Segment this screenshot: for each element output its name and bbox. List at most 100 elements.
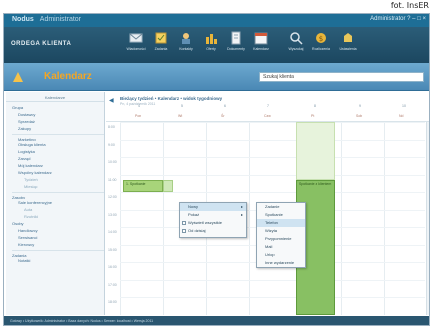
context-menu-item-show-all[interactable]: Wyświetl wszystkie	[180, 219, 246, 227]
status-bar: Gotowy • Użytkownik: Administrator • Baz…	[4, 316, 429, 325]
day-date: 6	[224, 104, 226, 108]
window-title: Nodus Administrator	[12, 16, 81, 23]
time-label: 12:00	[108, 195, 117, 199]
submenu-item[interactable]: Przypomnienie	[257, 235, 305, 243]
day-date: 4	[138, 104, 140, 108]
day-name: Nd	[399, 114, 404, 118]
calendar-event[interactable]: 1. Spotkanie	[123, 180, 163, 192]
time-label: 18:00	[108, 300, 117, 304]
sidebar-item[interactable]: Serwisanci	[12, 234, 104, 241]
ribbon-button-contacts[interactable]: Kontakty	[174, 31, 198, 59]
day-name: Wt	[178, 114, 183, 118]
hour-line	[120, 139, 425, 141]
sidebar-item[interactable]: Grupa	[12, 104, 104, 111]
checkbox[interactable]	[182, 229, 186, 233]
time-label: 8:00	[108, 125, 115, 129]
ribbon-label: Kontakty	[179, 47, 193, 51]
tasks-icon	[155, 32, 167, 44]
hour-line	[120, 157, 425, 158]
sidebar-item[interactable]: Wspólny kalendarz	[12, 169, 104, 176]
ribbon-label: Ustawienia	[339, 47, 357, 51]
sidebar-item[interactable]: Zakupy	[12, 125, 104, 132]
submenu-item[interactable]: Inne wydarzenie	[257, 259, 305, 267]
search-input[interactable]: Szukaj klienta	[259, 72, 424, 82]
ribbon-button-offers[interactable]: Oferty	[199, 31, 223, 59]
app-window: Nodus Administrator Administrator ? – □ ×…	[3, 13, 430, 326]
sidebar-header: Kalendarze	[6, 92, 104, 102]
sidebar-item[interactable]: Zadania	[12, 250, 104, 257]
event-label: Spotkanie z klientem	[299, 182, 332, 186]
sidebar-tree: Grupa Dostawcy Sprzedaż Zakupy Marketing Obsł…	[6, 102, 104, 264]
sidebar-item[interactable]: Marketing	[12, 134, 104, 141]
day-column[interactable]	[341, 122, 384, 315]
context-menu: Nowy ▸ Pokaż ▸ Wyświetl wszystkie Od dzisi…	[179, 202, 247, 238]
sidebar-item[interactable]: Miesiąc	[12, 183, 104, 190]
day-date: 8	[314, 104, 316, 108]
time-label: 17:00	[108, 282, 117, 287]
app-title: Nodus	[12, 16, 34, 23]
event-label: 1. Spotkanie	[126, 182, 146, 186]
sidebar-item[interactable]: Handlowcy	[12, 227, 104, 234]
time-label: 13:00	[108, 212, 117, 217]
sidebar-item[interactable]: Zarząd	[12, 155, 104, 162]
time-label: 16:00	[108, 265, 117, 269]
sidebar-item[interactable]: Osoby	[12, 220, 104, 227]
sidebar-item[interactable]: Zasoby	[12, 192, 104, 199]
ribbon-button-tasks[interactable]: Zadania	[149, 31, 173, 59]
section-title: Kalendarz	[44, 71, 92, 82]
sidebar-item[interactable]: Obsługa klienta	[12, 141, 104, 148]
ribbon-label: Dokumenty	[227, 47, 245, 51]
hour-line	[120, 297, 425, 298]
sidebar-item[interactable]: Kierowcy	[12, 241, 104, 248]
window-controls[interactable]: Administrator ? – □ ×	[370, 16, 426, 22]
context-menu-item-new[interactable]: Nowy ▸	[180, 203, 246, 211]
submenu-item[interactable]: Zadanie	[257, 203, 305, 211]
day-column[interactable]	[384, 122, 427, 315]
day-name: Śr	[221, 114, 225, 118]
submenu-item[interactable]: Urlop	[257, 251, 305, 259]
offers-icon	[206, 34, 217, 44]
checkbox[interactable]	[182, 221, 186, 225]
context-menu-item-from-today[interactable]: Od dzisiaj	[180, 227, 246, 235]
context-menu-item-show[interactable]: Pokaż ▸	[180, 211, 246, 219]
contacts-icon	[182, 33, 190, 44]
submenu-item[interactable]: Mail	[257, 243, 305, 251]
ribbon-button-settings[interactable]: Ustawienia	[336, 31, 360, 59]
sidebar-item[interactable]: Rzutniki	[12, 213, 104, 220]
sidebar-item[interactable]: Auta	[12, 206, 104, 213]
ribbon-button-search[interactable]: Wyszukaj	[284, 31, 308, 59]
menu-item-label: Wyświetl wszystkie	[188, 220, 222, 225]
ribbon-label: Wyszukaj	[288, 47, 304, 51]
hour-line	[120, 174, 425, 176]
ribbon-button-documents[interactable]: Dokumenty	[224, 31, 248, 59]
day-column[interactable]	[120, 122, 163, 315]
mail-icon	[129, 33, 143, 43]
search-icon	[290, 32, 303, 45]
sidebar-item[interactable]: Sprzedaż	[12, 118, 104, 125]
submenu-item[interactable]: Wizyta	[257, 227, 305, 235]
sidebar-item[interactable]: Notatki	[12, 257, 104, 264]
sidebar-item[interactable]: Tydzień	[12, 176, 104, 183]
vertical-scrollbar[interactable]	[426, 122, 429, 315]
menu-item-label: Nowy	[188, 204, 199, 209]
ribbon-label: Rozliczenia	[312, 47, 330, 51]
menu-item-label: Od dzisiaj	[188, 228, 206, 233]
sidebar-item[interactable]: Dostawcy	[12, 111, 104, 118]
documents-icon	[231, 31, 241, 45]
sidebar-item[interactable]: Logistyka	[12, 148, 104, 155]
day-name: Sob	[356, 114, 363, 118]
ribbon-button-calendar[interactable]: Kalendarz	[249, 31, 273, 59]
prev-week-button[interactable]: ◀	[109, 97, 114, 104]
sidebar-item[interactable]: Mój kalendarz	[12, 162, 104, 169]
submenu-item[interactable]: Telefon	[257, 219, 305, 227]
calendar-view: ◀ Bieżący tydzień • Kalendarz • widok ty…	[106, 92, 429, 315]
hour-line	[120, 122, 425, 123]
submenu-item[interactable]: Spotkanie	[257, 211, 305, 219]
calendar-sidebar: Kalendarze Grupa Dostawcy Sprzedaż Zakupy Ma…	[6, 92, 105, 315]
sidebar-item[interactable]: Sale konferencyjne	[12, 199, 104, 206]
app-title-suffix: Administrator	[39, 16, 82, 23]
ribbon-button-mail[interactable]: Wiadomości	[124, 31, 148, 59]
day-date: 5	[181, 104, 183, 108]
day-date: 7	[267, 104, 269, 108]
ribbon-button-billing[interactable]: $ Rozliczenia	[309, 31, 333, 59]
